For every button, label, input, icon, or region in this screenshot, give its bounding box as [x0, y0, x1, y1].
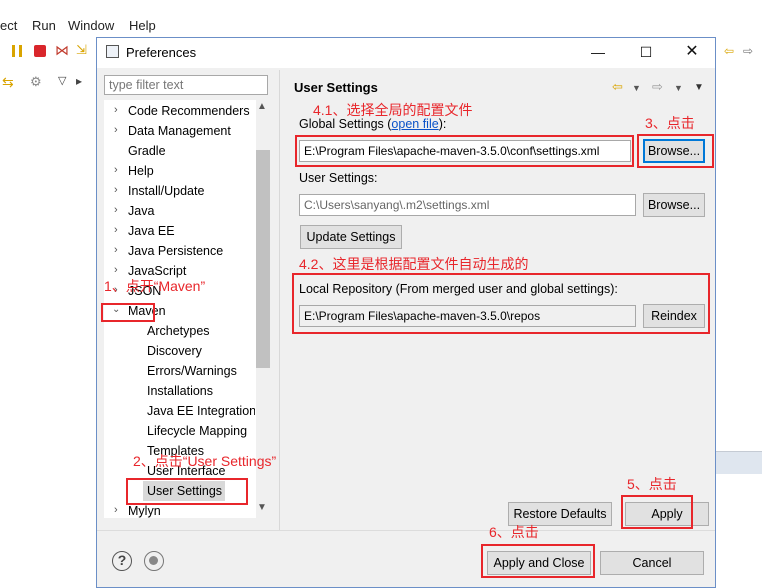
annotation-step-1: 1、点开“Maven”	[104, 278, 206, 294]
maximize-icon[interactable]: ☐	[632, 42, 660, 62]
annotation-box-user-settings	[126, 478, 248, 505]
annotation-step-4-2: 4.2、这里是根据配置文件自动生成的	[299, 256, 529, 272]
tree-item-java-persistence[interactable]: Java Persistence	[128, 244, 223, 258]
forward-arrow-icon[interactable]: ⇨	[652, 79, 663, 95]
chevron-right-icon[interactable]: ›	[114, 504, 118, 516]
cancel-button[interactable]: Cancel	[600, 551, 704, 575]
tree-item-java[interactable]: Java	[128, 204, 154, 218]
annotation-step-6: 6、点击	[489, 524, 539, 540]
tree-item-lifecycle-mapping[interactable]: Lifecycle Mapping	[147, 424, 255, 438]
step-return-icon[interactable]: ⇆	[2, 74, 14, 91]
tree-item-errors-warnings[interactable]: Errors/Warnings	[147, 364, 237, 378]
tree-scrollbar-thumb[interactable]	[256, 150, 270, 368]
view-menu-icon[interactable]: ▼	[694, 82, 704, 93]
user-settings-label: User Settings:	[299, 171, 378, 185]
tree-item-discovery[interactable]: Discovery	[147, 344, 202, 358]
forward-dropdown-icon[interactable]: ▼	[674, 83, 683, 93]
annotation-step-3: 3、点击	[645, 115, 695, 131]
terminate-icon[interactable]	[34, 45, 46, 57]
close-icon[interactable]: ✕	[678, 42, 706, 62]
annotation-step-2: 2、点击“User Settings”	[133, 453, 277, 469]
import-export-icon[interactable]	[144, 551, 164, 571]
menu-project[interactable]: ect	[0, 18, 17, 33]
chevron-right-icon[interactable]: ›	[114, 104, 118, 116]
annotation-box-apply-and-close	[481, 544, 595, 578]
user-browse-button[interactable]: Browse...	[643, 193, 705, 217]
preferences-icon	[106, 45, 119, 58]
dropdown-icon[interactable]: ▽	[58, 74, 66, 87]
tree-item-mylyn[interactable]: Mylyn	[128, 504, 161, 518]
annotation-step-5: 5、点击	[627, 476, 677, 492]
tree-item-java-ee[interactable]: Java EE	[128, 224, 175, 238]
tree-item-gradle[interactable]: Gradle	[128, 144, 166, 158]
page-title: User Settings	[294, 80, 378, 95]
filter-input[interactable]: type filter text	[104, 75, 268, 95]
help-icon[interactable]: ?	[112, 551, 132, 571]
nav-forward-icon[interactable]: ⇨	[743, 44, 753, 58]
user-settings-field[interactable]: C:\Users\sanyang\.m2\settings.xml	[299, 194, 636, 216]
run-config-icon[interactable]: ⚙	[30, 74, 42, 90]
pane-divider[interactable]	[279, 70, 280, 530]
update-settings-button[interactable]: Update Settings	[300, 225, 402, 249]
annotation-box-browse	[637, 134, 714, 168]
tree-item-data-management[interactable]: Data Management	[128, 124, 231, 138]
annotation-box-maven	[101, 303, 155, 322]
scroll-down-icon[interactable]: ▼	[257, 502, 267, 513]
background-menubar	[0, 0, 762, 38]
tree-item-help[interactable]: Help	[128, 164, 154, 178]
annotation-box-global-settings	[295, 135, 634, 167]
chevron-right-icon[interactable]: ›	[114, 164, 118, 176]
scroll-up-icon[interactable]: ▲	[257, 101, 267, 112]
dialog-title: Preferences	[126, 45, 197, 60]
annotation-box-apply	[621, 495, 693, 529]
step-into-icon[interactable]: ⇲	[76, 42, 87, 58]
tree-item-archetypes[interactable]: Archetypes	[147, 324, 210, 338]
menu-run[interactable]: Run	[32, 18, 56, 33]
annotation-step-4-1: 4.1、选择全局的配置文件	[313, 102, 473, 118]
chevron-right-icon[interactable]: ›	[114, 184, 118, 196]
minimize-icon[interactable]: —	[584, 42, 612, 62]
tree-item-install-update[interactable]: Install/Update	[128, 184, 204, 198]
annotation-box-local-repository	[292, 273, 710, 334]
chevron-right-icon[interactable]: ›	[114, 224, 118, 236]
bottom-separator	[97, 530, 715, 531]
chevron-right-icon[interactable]: ›	[114, 124, 118, 136]
background-panel-tab	[716, 451, 762, 474]
tree-item-installations[interactable]: Installations	[147, 384, 213, 398]
back-dropdown-icon[interactable]: ▼	[632, 83, 641, 93]
suspend-icon[interactable]	[12, 45, 22, 57]
disconnect-icon[interactable]: ⋈	[55, 42, 69, 59]
back-arrow-icon[interactable]: ⇦	[612, 79, 623, 95]
chevron-right-icon[interactable]: ›	[114, 204, 118, 216]
menu-help[interactable]: Help	[129, 18, 156, 33]
menu-window[interactable]: Window	[68, 18, 114, 33]
chevron-right-icon[interactable]: ›	[114, 264, 118, 276]
chevron-right-icon[interactable]: ›	[114, 244, 118, 256]
forward-icon[interactable]: ▸	[76, 74, 82, 88]
tree-item-code-recommenders[interactable]: Code Recommenders	[128, 104, 250, 118]
tree-item-java-ee-integration[interactable]: Java EE Integration	[147, 404, 255, 418]
nav-back-icon[interactable]: ⇦	[724, 44, 734, 58]
